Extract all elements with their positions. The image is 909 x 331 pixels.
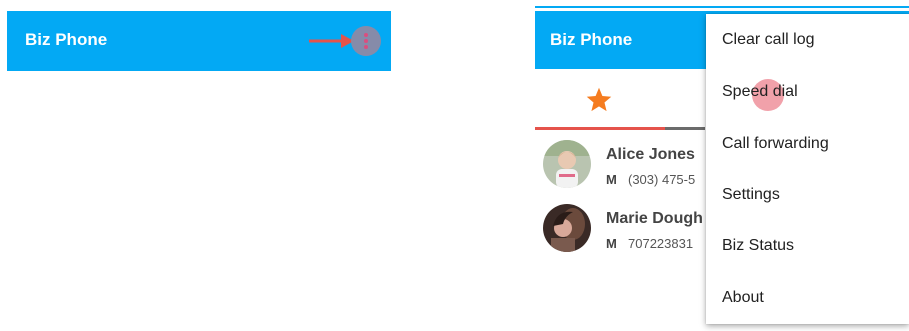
contact-row[interactable]: Alice Jones M (303) 475-5 — [543, 140, 713, 190]
menu-item-settings[interactable]: Settings — [706, 171, 909, 221]
menu-item-label: Speed dial — [722, 83, 798, 100]
pointer-arrow-icon — [309, 34, 354, 48]
contact-name: Alice Jones — [606, 146, 695, 163]
menu-item-label: Clear call log — [722, 31, 815, 48]
menu-item-about[interactable]: About — [706, 274, 909, 324]
more-vert-icon-dot — [364, 45, 368, 49]
menu-item-biz-status[interactable]: Biz Status — [706, 222, 909, 272]
screenshot-stage: Biz Phone Biz Phone Alice Jones M (303) … — [0, 0, 909, 331]
star-icon[interactable] — [585, 86, 613, 114]
more-vert-icon-dot — [364, 39, 368, 43]
overflow-menu: Clear call log Speed dial Call forwardin… — [706, 14, 909, 324]
menu-item-label: About — [722, 289, 764, 306]
phone-number: (303) 475-5 — [628, 172, 696, 187]
overflow-menu-button[interactable] — [351, 26, 381, 56]
phone-type-label: M — [606, 172, 617, 187]
menu-item-call-forwarding[interactable]: Call forwarding — [706, 120, 909, 170]
app-bar: Biz Phone — [7, 11, 391, 71]
avatar — [543, 140, 591, 188]
app-title: Biz Phone — [25, 30, 108, 49]
menu-item-speed-dial[interactable]: Speed dial — [706, 68, 909, 118]
menu-item-clear-call-log[interactable]: Clear call log — [706, 16, 909, 66]
contact-name: Marie Dough — [606, 210, 703, 227]
phone-type-label: M — [606, 236, 617, 251]
avatar — [543, 204, 591, 252]
app-title: Biz Phone — [550, 30, 633, 49]
contact-row[interactable]: Marie Dough M 707223831 — [543, 204, 713, 254]
more-vert-icon — [364, 33, 368, 37]
menu-item-label: Biz Status — [722, 237, 795, 254]
menu-item-label: Settings — [722, 186, 780, 203]
menu-item-label: Call forwarding — [722, 135, 829, 152]
phone-number: 707223831 — [628, 236, 694, 251]
tab-indicator — [535, 127, 665, 130]
status-line — [535, 6, 909, 8]
tab-divider — [665, 127, 705, 130]
